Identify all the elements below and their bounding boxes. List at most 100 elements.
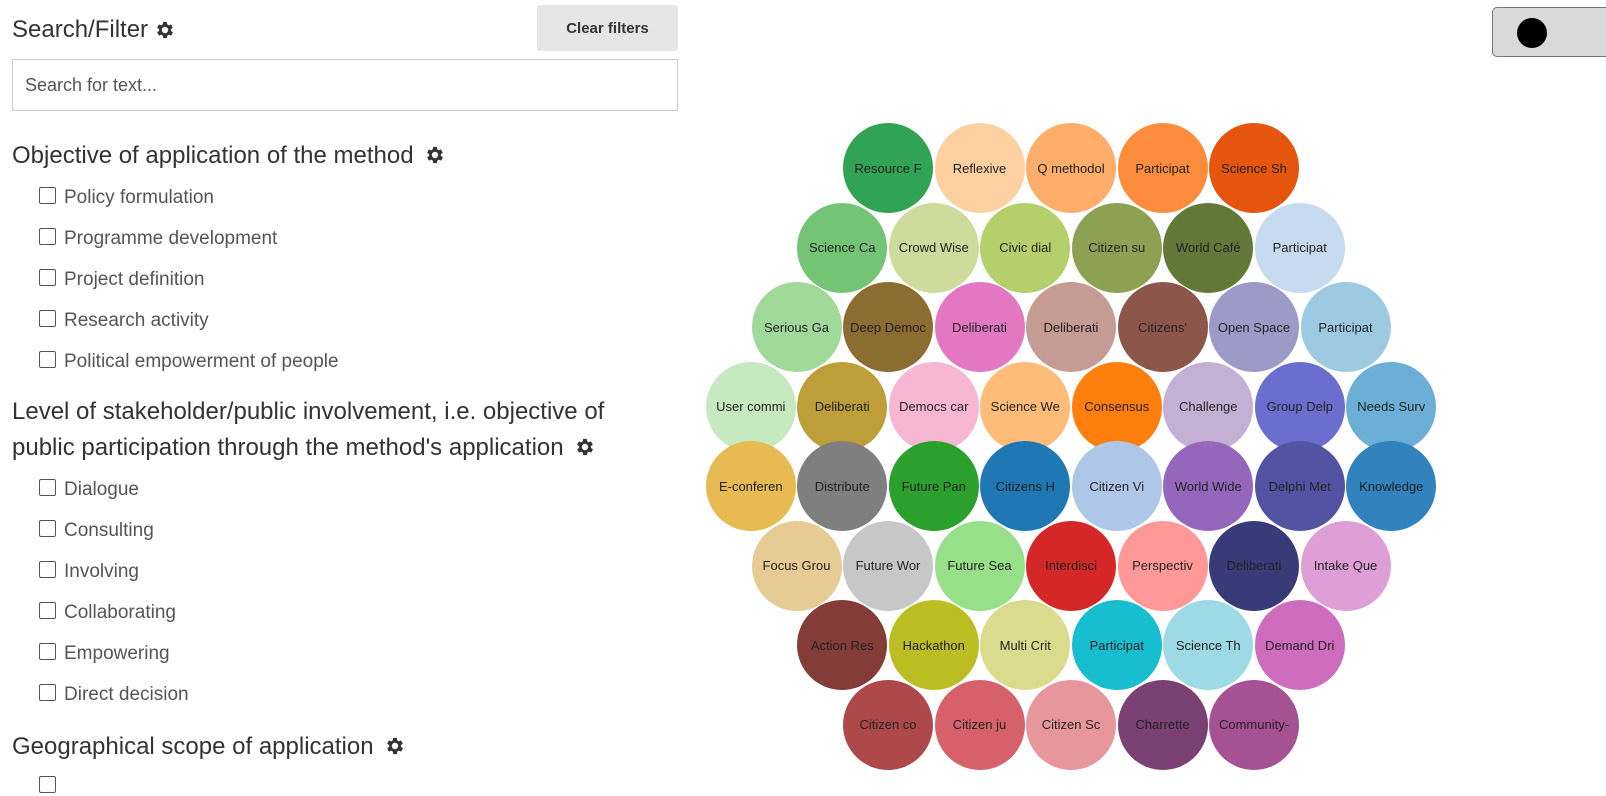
checkbox-option[interactable]: Research activity — [39, 300, 339, 341]
method-bubble[interactable]: Citizens' — [1117, 282, 1208, 372]
method-bubble[interactable]: Citizen co — [843, 679, 933, 770]
method-bubble[interactable]: Reflexive — [934, 123, 1025, 213]
method-bubble[interactable]: Group Delp — [1254, 361, 1345, 452]
checkbox-option[interactable]: Direct decision — [39, 674, 189, 715]
gear-icon[interactable] — [574, 436, 596, 458]
involvement-options: Dialogue Consulting Involving Collaborat… — [39, 469, 189, 715]
method-bubble[interactable]: Delphi Met — [1254, 441, 1345, 531]
gear-icon[interactable] — [384, 735, 406, 757]
section-heading-objective: Objective of application of the method — [12, 138, 678, 174]
checkbox-label: Project definition — [64, 268, 205, 290]
method-bubble[interactable]: Community- — [1209, 679, 1299, 770]
method-bubble[interactable]: Citizens H — [980, 441, 1071, 531]
method-bubble[interactable]: Participat — [1300, 282, 1391, 372]
method-bubble[interactable]: Perspectiv — [1117, 520, 1208, 611]
method-bubble[interactable]: Consensus — [1071, 361, 1162, 452]
method-bubble[interactable]: Action Res — [797, 600, 888, 690]
method-bubble[interactable]: Needs Surv — [1346, 361, 1437, 452]
toggle-knob-icon — [1517, 18, 1547, 48]
checkbox[interactable] — [39, 310, 56, 327]
method-bubble[interactable]: Science Sh — [1209, 123, 1299, 213]
checkbox[interactable] — [39, 351, 56, 368]
method-bubble[interactable]: Science Ca — [797, 202, 888, 293]
checkbox-option[interactable]: Empowering — [39, 633, 189, 674]
section-heading-text: Level of stakeholder/public involvement,… — [12, 398, 605, 461]
method-bubble[interactable]: Science We — [980, 361, 1071, 452]
checkbox-option[interactable]: Involving — [39, 551, 189, 592]
method-bubble[interactable]: Citizen Vi — [1071, 441, 1162, 531]
checkbox[interactable] — [39, 684, 56, 701]
checkbox-label: Direct decision — [64, 683, 189, 705]
method-bubble[interactable]: World Café — [1163, 202, 1254, 293]
checkbox-label: Research activity — [64, 309, 209, 331]
gear-icon[interactable] — [424, 144, 446, 166]
method-bubble[interactable]: E-conferen — [705, 441, 796, 531]
method-bubble[interactable]: Science Th — [1163, 600, 1254, 690]
filter-panel-title-text: Search/Filter — [12, 16, 149, 43]
checkbox[interactable] — [39, 602, 56, 619]
checkbox-option[interactable]: Project definition — [39, 259, 339, 300]
method-bubble[interactable]: Citizen su — [1071, 202, 1162, 293]
method-bubble[interactable]: Deliberati — [1026, 282, 1116, 372]
method-bubble[interactable]: Knowledge — [1346, 441, 1437, 531]
checkbox[interactable] — [39, 187, 56, 204]
method-bubble[interactable]: World Wide — [1163, 441, 1254, 531]
checkbox[interactable] — [39, 776, 56, 793]
checkbox[interactable] — [39, 643, 56, 660]
method-bubble[interactable]: Charrette — [1117, 679, 1208, 770]
method-bubble[interactable]: Focus Grou — [751, 520, 842, 611]
method-bubble[interactable]: Hackathon — [888, 600, 979, 690]
checkbox-option[interactable]: Dialogue — [39, 469, 189, 510]
method-bubble[interactable]: Q methodol — [1026, 123, 1116, 213]
filter-panel-title: Search/Filter — [12, 16, 176, 44]
checkbox-label: Policy formulation — [64, 186, 214, 208]
method-bubble[interactable]: User commi — [705, 361, 796, 452]
checkbox-label: Programme development — [64, 227, 278, 249]
checkbox[interactable] — [39, 479, 56, 496]
checkbox[interactable] — [39, 228, 56, 245]
checkbox-option[interactable]: Policy formulation — [39, 177, 339, 218]
method-bubble[interactable]: Participat — [1071, 600, 1162, 690]
objective-options: Policy formulation Programme development… — [39, 177, 339, 382]
checkbox[interactable] — [39, 520, 56, 537]
method-bubble[interactable]: Future Pan — [888, 441, 979, 531]
checkbox-option[interactable]: Consulting — [39, 510, 189, 551]
checkbox-option[interactable]: Collaborating — [39, 592, 189, 633]
method-bubble[interactable]: Democs car — [888, 361, 979, 452]
method-bubble[interactable]: Citizen ju — [934, 679, 1025, 770]
page: Search/Filter Clear filters Objective of… — [0, 0, 1606, 796]
method-bubble[interactable]: Open Space — [1209, 282, 1299, 372]
method-bubble[interactable]: Multi Crit — [980, 600, 1071, 690]
method-bubble[interactable]: Interdisci — [1026, 520, 1116, 611]
checkbox-option[interactable]: Programme development — [39, 218, 339, 259]
method-bubble[interactable]: Distribute — [797, 441, 888, 531]
method-bubble[interactable]: Participat — [1117, 123, 1208, 213]
view-toggle-button[interactable] — [1492, 7, 1606, 57]
checkbox[interactable] — [39, 269, 56, 286]
checkbox-option[interactable]: Political empowerment of people — [39, 341, 339, 382]
method-bubble[interactable]: Deliberati — [1209, 520, 1299, 611]
checkbox-label: Consulting — [64, 519, 154, 541]
method-bubble[interactable]: Crowd Wise — [888, 202, 979, 293]
method-bubble[interactable]: Resource F — [843, 123, 933, 213]
method-bubble[interactable]: Civic dial — [980, 202, 1071, 293]
method-bubble[interactable]: Deliberati — [934, 282, 1025, 372]
filter-panel: Search/Filter Clear filters Objective of… — [12, 0, 678, 796]
method-bubble[interactable]: Deep Democ — [843, 282, 933, 372]
method-bubble[interactable]: Future Wor — [843, 520, 933, 611]
method-bubble[interactable]: Challenge — [1163, 361, 1254, 452]
clear-filters-button[interactable]: Clear filters — [537, 5, 678, 51]
method-bubble[interactable]: Intake Que — [1300, 520, 1391, 611]
method-bubble[interactable]: Future Sea — [934, 520, 1025, 611]
checkbox[interactable] — [39, 561, 56, 578]
method-bubble[interactable]: Citizen Sc — [1026, 679, 1116, 770]
method-bubble[interactable]: Demand Dri — [1254, 600, 1345, 690]
method-bubble[interactable]: Deliberati — [797, 361, 888, 452]
section-heading-text: Objective of application of the method — [12, 142, 414, 169]
search-input[interactable] — [12, 59, 678, 111]
checkbox-label: Dialogue — [64, 478, 139, 500]
gear-icon[interactable] — [154, 19, 176, 41]
checkbox-label: Political empowerment of people — [64, 350, 339, 372]
method-bubble[interactable]: Participat — [1254, 202, 1345, 293]
method-bubble[interactable]: Serious Ga — [751, 282, 842, 372]
